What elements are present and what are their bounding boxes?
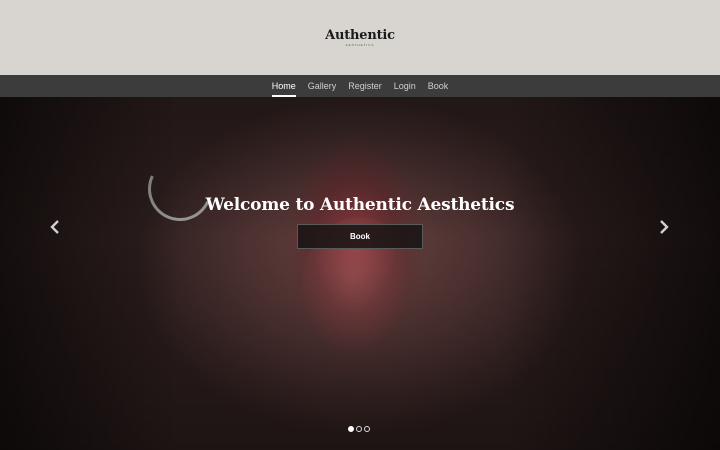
hero-overlay: [0, 97, 720, 450]
logo-subtext: AESTHETICS: [345, 42, 375, 47]
book-button[interactable]: Book: [297, 224, 423, 249]
carousel-dot-3[interactable]: [364, 426, 370, 432]
carousel-dot-1[interactable]: [348, 426, 354, 432]
carousel-prev-button[interactable]: [45, 217, 65, 237]
nav-item-gallery[interactable]: Gallery: [302, 75, 343, 97]
nav-item-register[interactable]: Register: [342, 75, 388, 97]
main-nav: Home Gallery Register Login Book: [0, 75, 720, 97]
nav-item-login[interactable]: Login: [388, 75, 422, 97]
carousel-dot-2[interactable]: [356, 426, 362, 432]
hero-title: Welcome to Authentic Aesthetics: [205, 195, 515, 215]
site-header: Authentic AESTHETICS: [0, 0, 720, 75]
logo-text: Authentic: [325, 27, 395, 43]
carousel-indicators: [348, 426, 370, 432]
chevron-right-icon: [660, 220, 669, 234]
chevron-left-icon: [50, 220, 59, 234]
nav-item-book[interactable]: Book: [422, 75, 455, 97]
hero-carousel: Welcome to Authentic Aesthetics Book: [0, 97, 720, 450]
site-logo[interactable]: Authentic AESTHETICS: [325, 27, 395, 47]
carousel-next-button[interactable]: [654, 217, 674, 237]
nav-item-home[interactable]: Home: [266, 75, 302, 97]
